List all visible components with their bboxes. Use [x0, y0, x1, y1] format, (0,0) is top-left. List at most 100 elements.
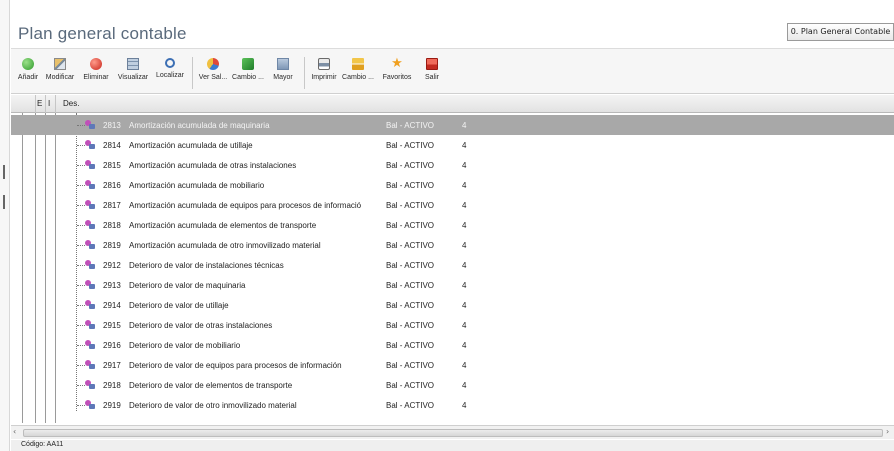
account-description: Amortización acumulada de equipos para p…: [129, 201, 362, 210]
table-row[interactable]: 2817 Amortización acumulada de equipos pa…: [11, 195, 894, 215]
horizontal-scrollbar[interactable]: ‹ ›: [11, 425, 894, 439]
account-key-icon: [85, 300, 97, 310]
account-description: Amortización acumulada de otro inmoviliz…: [129, 241, 321, 250]
account-type: Bal - ACTIVO: [386, 361, 435, 370]
view-button[interactable]: Visualizar: [115, 52, 151, 92]
account-key-icon: [85, 380, 97, 390]
account-key-icon: [85, 160, 97, 170]
plan-selector-button[interactable]: 0. Plan General Contable: [787, 23, 894, 41]
scroll-left-icon[interactable]: ‹: [13, 427, 16, 436]
toolbar-separator: [192, 57, 193, 89]
column-header-description[interactable]: Des.: [63, 99, 79, 108]
table-row[interactable]: 2915 Deterioro de valor de otras instalac…: [11, 315, 894, 335]
account-level: 4: [462, 341, 467, 350]
add-label: Añadir: [17, 74, 39, 81]
account-level: 4: [462, 281, 467, 290]
accounts-tree-grid[interactable]: 2813 Amortización acumulada de maquinaria…: [11, 113, 894, 423]
toolbar-separator: [304, 57, 305, 89]
print-label: Imprimir: [311, 74, 337, 81]
print-button[interactable]: Imprimir: [309, 52, 339, 92]
change-alt-button[interactable]: Cambio ...: [341, 52, 375, 92]
account-key-icon: [85, 200, 97, 210]
account-level: 4: [462, 361, 467, 370]
account-level: 4: [462, 121, 467, 130]
account-code: 2813: [103, 121, 121, 130]
edit-button[interactable]: Modificar: [43, 52, 77, 92]
favorites-button[interactable]: ★ Favoritos: [379, 52, 415, 92]
table-row[interactable]: 2818 Amortización acumulada de elementos …: [11, 215, 894, 235]
table-row[interactable]: 2917 Deterioro de valor de equipos para p…: [11, 355, 894, 375]
tree-connector: [77, 125, 85, 126]
account-level: 4: [462, 241, 467, 250]
table-row[interactable]: 2912 Deterioro de valor de instalaciones …: [11, 255, 894, 275]
account-description: Deterioro de valor de equipos para proce…: [129, 361, 342, 370]
page-title: Plan general contable: [18, 24, 187, 43]
view-icon: [127, 58, 139, 70]
table-row[interactable]: 2819 Amortización acumulada de otro inmov…: [11, 235, 894, 255]
change-icon: [352, 58, 364, 70]
search-label: Localizar: [155, 72, 184, 79]
scroll-right-icon[interactable]: ›: [886, 427, 889, 436]
column-header-i[interactable]: I: [48, 99, 50, 108]
account-code: 2815: [103, 161, 121, 170]
account-type: Bal - ACTIVO: [386, 161, 435, 170]
delete-icon: [90, 58, 102, 70]
table-row[interactable]: 2814 Amortización acumulada de utillaje Ba…: [11, 135, 894, 155]
account-key-icon: [85, 400, 97, 410]
account-level: 4: [462, 321, 467, 330]
search-icon: [165, 58, 175, 68]
account-level: 4: [462, 381, 467, 390]
account-code: 2819: [103, 241, 121, 250]
table-row[interactable]: 2919 Deterioro de valor de otro inmoviliz…: [11, 395, 894, 415]
change-button[interactable]: Cambio ...: [231, 52, 265, 92]
table-row[interactable]: 2813 Amortización acumulada de maquinaria…: [11, 115, 894, 135]
edit-icon: [54, 58, 66, 70]
table-row[interactable]: 2816 Amortización acumulada de mobiliario…: [11, 175, 894, 195]
account-type: Bal - ACTIVO: [386, 221, 435, 230]
account-description: Amortización acumulada de mobiliario: [129, 181, 265, 190]
change-icon: [242, 58, 254, 70]
scrollbar-thumb[interactable]: [23, 429, 883, 437]
ledger-label: Mayor: [273, 74, 293, 81]
edge-marker: [3, 195, 5, 209]
table-row[interactable]: 2918 Deterioro de valor de elementos de t…: [11, 375, 894, 395]
table-row[interactable]: 2815 Amortización acumulada de otras inst…: [11, 155, 894, 175]
tree-connector: [77, 185, 85, 186]
tree-connector: [77, 165, 85, 166]
account-key-icon: [85, 120, 97, 130]
account-code: 2814: [103, 141, 121, 150]
account-type: Bal - ACTIVO: [386, 281, 435, 290]
exit-icon: [426, 58, 438, 70]
ledger-icon: [277, 58, 289, 70]
status-text: Código: AA11: [21, 441, 64, 448]
account-key-icon: [85, 280, 97, 290]
add-button[interactable]: Añadir: [15, 52, 41, 92]
status-bar: Código: AA11: [11, 440, 894, 451]
exit-button[interactable]: Salir: [421, 52, 443, 92]
search-button[interactable]: Localizar: [153, 52, 187, 92]
table-row[interactable]: 2916 Deterioro de valor de mobiliario Bal …: [11, 335, 894, 355]
account-description: Deterioro de valor de mobiliario: [129, 341, 241, 350]
header-separator: [35, 95, 36, 113]
delete-button[interactable]: Eliminar: [79, 52, 113, 92]
account-type: Bal - ACTIVO: [386, 401, 435, 410]
account-level: 4: [462, 261, 467, 270]
account-type: Bal - ACTIVO: [386, 321, 435, 330]
edit-label: Modificar: [45, 74, 75, 81]
balance-button[interactable]: Ver Sal...: [197, 52, 229, 92]
left-window-edge: [0, 0, 10, 451]
account-code: 2913: [103, 281, 121, 290]
account-type: Bal - ACTIVO: [386, 341, 435, 350]
tree-connector: [77, 345, 85, 346]
table-row[interactable]: 2913 Deterioro de valor de maquinaria Bal …: [11, 275, 894, 295]
table-row[interactable]: 2914 Deterioro de valor de utillaje Bal - …: [11, 295, 894, 315]
account-key-icon: [85, 340, 97, 350]
column-header-e[interactable]: E: [37, 99, 42, 108]
tree-connector: [77, 365, 85, 366]
account-type: Bal - ACTIVO: [386, 381, 435, 390]
account-type: Bal - ACTIVO: [386, 181, 435, 190]
account-level: 4: [462, 221, 467, 230]
account-level: 4: [462, 301, 467, 310]
account-description: Deterioro de valor de elementos de trans…: [129, 381, 293, 390]
ledger-button[interactable]: Mayor: [269, 52, 297, 92]
